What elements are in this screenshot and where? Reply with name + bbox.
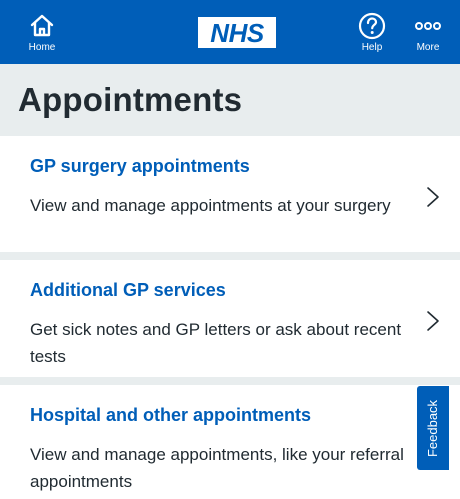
chevron-right-icon [427, 187, 439, 207]
help-circle-icon [358, 11, 386, 41]
help-button[interactable]: Help [346, 0, 398, 64]
nhs-logo-text: NHS [210, 17, 264, 48]
more-button[interactable]: More [404, 0, 452, 64]
top-navigation-bar: Home NHS Help More [0, 0, 460, 64]
hospital-and-other-appointments-card[interactable]: Hospital and other appointments View and… [0, 385, 460, 499]
chevron-right-icon [427, 311, 439, 331]
feedback-button[interactable]: Feedback [417, 386, 449, 470]
additional-gp-services-card[interactable]: Additional GP services Get sick notes an… [0, 260, 460, 377]
home-icon [29, 11, 55, 41]
page-header: Appointments [0, 64, 460, 136]
card-description: View and manage appointments at your sur… [30, 196, 391, 215]
home-button[interactable]: Home [18, 0, 66, 64]
gp-surgery-appointments-card[interactable]: GP surgery appointments View and manage … [0, 136, 460, 252]
card-title[interactable]: GP surgery appointments [30, 156, 250, 177]
nhs-logo: NHS [198, 17, 276, 48]
help-label: Help [361, 41, 383, 53]
feedback-label: Feedback [425, 399, 441, 457]
page-title: Appointments [18, 81, 243, 118]
card-title[interactable]: Additional GP services [30, 280, 226, 301]
card-title[interactable]: Hospital and other appointments [30, 405, 311, 426]
more-label: More [416, 41, 440, 53]
card-description: Get sick notes and GP letters or ask abo… [30, 320, 402, 366]
home-label: Home [28, 41, 56, 53]
card-description: View and manage appointments, like your … [30, 445, 404, 491]
more-dots-icon [414, 11, 442, 41]
